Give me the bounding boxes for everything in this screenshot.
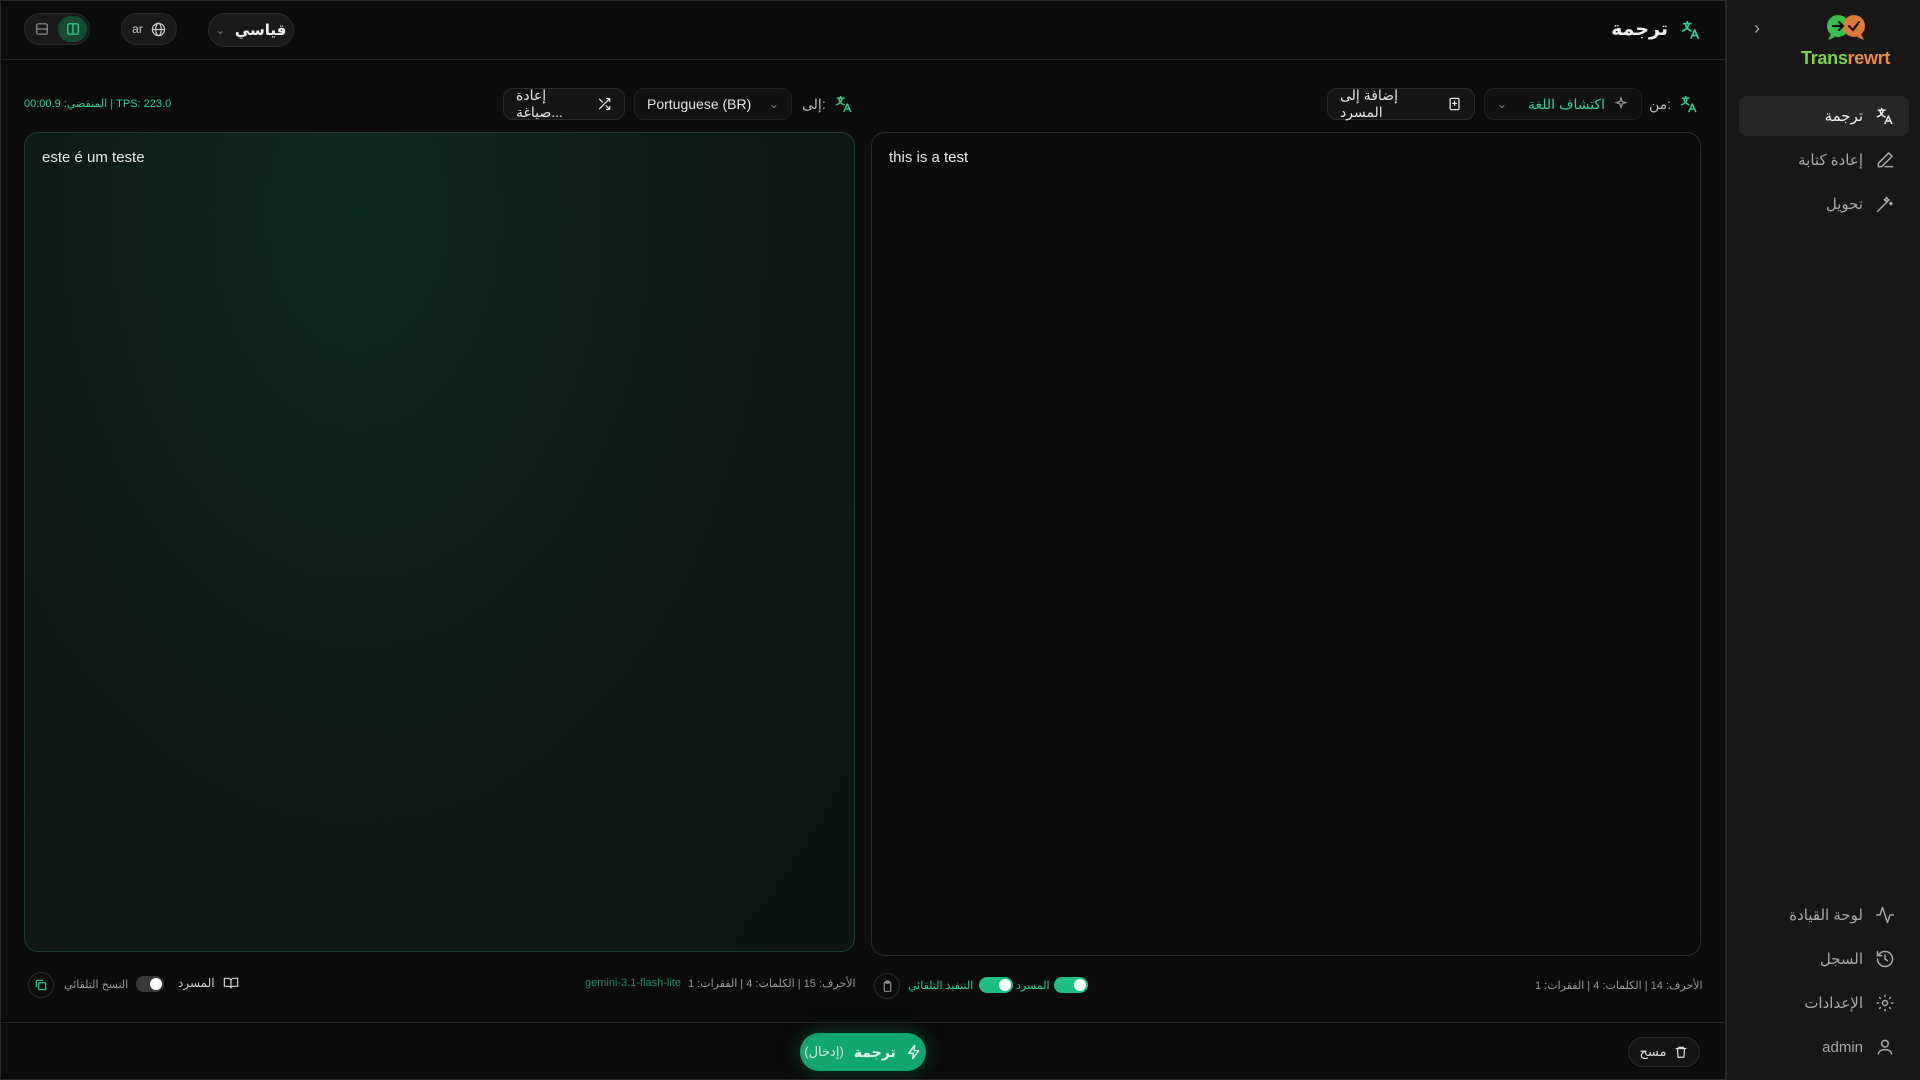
glossary-toggle-group[interactable]: المسرد [1016, 977, 1088, 993]
copy-button[interactable] [28, 972, 54, 998]
target-language-value: Portuguese (BR) [647, 96, 752, 112]
paste-button[interactable] [874, 973, 900, 999]
target-language-select[interactable]: Portuguese (BR) ⌄ [634, 88, 792, 120]
auto-copy-toggle[interactable] [136, 976, 165, 992]
book-plus-icon [1449, 97, 1460, 111]
ui-language-button[interactable]: ar [121, 13, 177, 45]
top-bar: ar ⌄ قياسي ترجمة [0, 0, 1726, 60]
source-language-value: اكتشاف اللغة [1528, 95, 1605, 112]
translate-icon [1875, 106, 1895, 126]
chevron-down-icon: ⌄ [215, 24, 225, 37]
translate-icon [1681, 20, 1700, 39]
stacked-layout-icon[interactable] [27, 16, 56, 42]
sidebar-item-label: admin [1822, 1038, 1863, 1056]
pen-icon [1875, 150, 1895, 170]
auto-run-label: التنفيذ التلقائي [908, 979, 974, 992]
translation-output-text: este é um teste [42, 149, 145, 166]
rephrase-label: إعادة صياغة... [516, 87, 563, 120]
clipboard-icon [883, 980, 891, 992]
to-label-group: إلى: [802, 94, 854, 114]
target-stats: الأحرف: 15 | الكلمات: 4 | الفقرات: 1 [688, 978, 856, 990]
bottom-divider [0, 1022, 1726, 1023]
sidebar-item-history[interactable]: السجل [1739, 939, 1909, 979]
translate-button[interactable]: (إدخال) ترجمة [800, 1033, 926, 1071]
glossary-toggle[interactable] [1053, 977, 1088, 993]
copy-icon [35, 979, 47, 991]
sidebar-item-translate[interactable]: ترجمة [1739, 96, 1909, 136]
gear-icon [1875, 993, 1895, 1013]
sidebar-item-transform[interactable]: تحويل [1739, 184, 1909, 224]
source-language-select[interactable]: ⌄ اكتشاف اللغة [1484, 88, 1642, 120]
mode-select[interactable]: ⌄ قياسي [208, 13, 294, 47]
sparkles-icon [1614, 96, 1628, 110]
add-to-glossary-button[interactable]: إضافة إلى المسرد [1327, 87, 1475, 120]
sidebar-item-label: الإعدادات [1804, 995, 1863, 1012]
auto-copy-toggle-group[interactable]: النسخ التلقائي [64, 976, 165, 992]
sidebar-item-label: ترجمة [1824, 108, 1863, 125]
glossary-button[interactable]: المسرد [178, 975, 239, 991]
brand-name: Transrewrt [1801, 48, 1891, 68]
sidebar-item-label: لوحة القيادة [1789, 907, 1863, 924]
translate-hint: (إدخال) [804, 1044, 844, 1059]
sidebar-item-dashboard[interactable]: لوحة القيادة [1739, 895, 1909, 935]
rephrase-button[interactable]: إعادة صياغة... [503, 87, 625, 120]
magic-wand-icon [1875, 194, 1895, 214]
book-open-icon [223, 977, 238, 989]
from-label: من: [1649, 95, 1672, 112]
layout-toggle [24, 13, 90, 45]
page-title: ترجمة [1611, 18, 1702, 41]
mode-value: قياسي [234, 22, 287, 39]
model-name: gemini-3.1-flash-lite [585, 977, 681, 989]
history-icon [1875, 949, 1895, 969]
activity-icon [1875, 905, 1895, 925]
translation-output-panel[interactable]: este é um teste [24, 132, 855, 952]
elapsed-meta: المنقضي: 00:00.9 | TPS: 223.0 [24, 98, 172, 110]
source-stats: الأحرف: 14 | الكلمات: 4 | الفقرات: 1 [1535, 980, 1703, 992]
auto-run-toggle-group[interactable]: التنفيذ التلقائي [908, 977, 1014, 993]
shuffle-icon [599, 97, 611, 111]
source-input-panel[interactable]: this is a test [871, 132, 1701, 956]
add-to-glossary-label: إضافة إلى المسرد [1340, 87, 1398, 120]
clear-label: مسح [1639, 1044, 1667, 1059]
user-icon [1875, 1037, 1895, 1057]
ui-language-code: ar [132, 22, 143, 36]
trash-icon [1676, 1046, 1687, 1058]
auto-run-toggle[interactable] [979, 977, 1014, 993]
translate-icon [1680, 95, 1697, 113]
page-title-text: ترجمة [1611, 19, 1668, 40]
source-input-text: this is a test [889, 149, 969, 166]
globe-icon [151, 22, 166, 36]
brand-logo [1827, 15, 1865, 40]
sidebar: › Transrewrt ترجمة إعادة كتابة تحويل لوح… [1726, 0, 1920, 1080]
glossary-label: المسرد [178, 976, 215, 990]
translate-label: ترجمة [853, 1043, 896, 1060]
auto-copy-label: النسخ التلقائي [64, 978, 129, 991]
sidebar-item-user[interactable]: admin [1739, 1027, 1909, 1067]
sidebar-item-label: تحويل [1825, 196, 1863, 213]
zap-icon [907, 1044, 920, 1060]
sidebar-item-settings[interactable]: الإعدادات [1739, 983, 1909, 1023]
chevron-right-icon[interactable]: › [1747, 18, 1767, 38]
sidebar-item-label: السجل [1819, 951, 1863, 968]
sidebar-item-rewrite[interactable]: إعادة كتابة [1739, 140, 1909, 180]
from-label-group: من: [1649, 94, 1699, 114]
glossary-toggle-label: المسرد [1016, 979, 1050, 992]
chevron-down-icon: ⌄ [768, 97, 779, 111]
to-label: إلى: [802, 95, 826, 112]
sidebar-item-label: إعادة كتابة [1798, 152, 1863, 169]
clear-button[interactable]: مسح [1628, 1037, 1700, 1067]
split-layout-icon[interactable] [58, 16, 87, 42]
chevron-down-icon: ⌄ [1497, 97, 1508, 111]
translate-icon [835, 95, 852, 113]
